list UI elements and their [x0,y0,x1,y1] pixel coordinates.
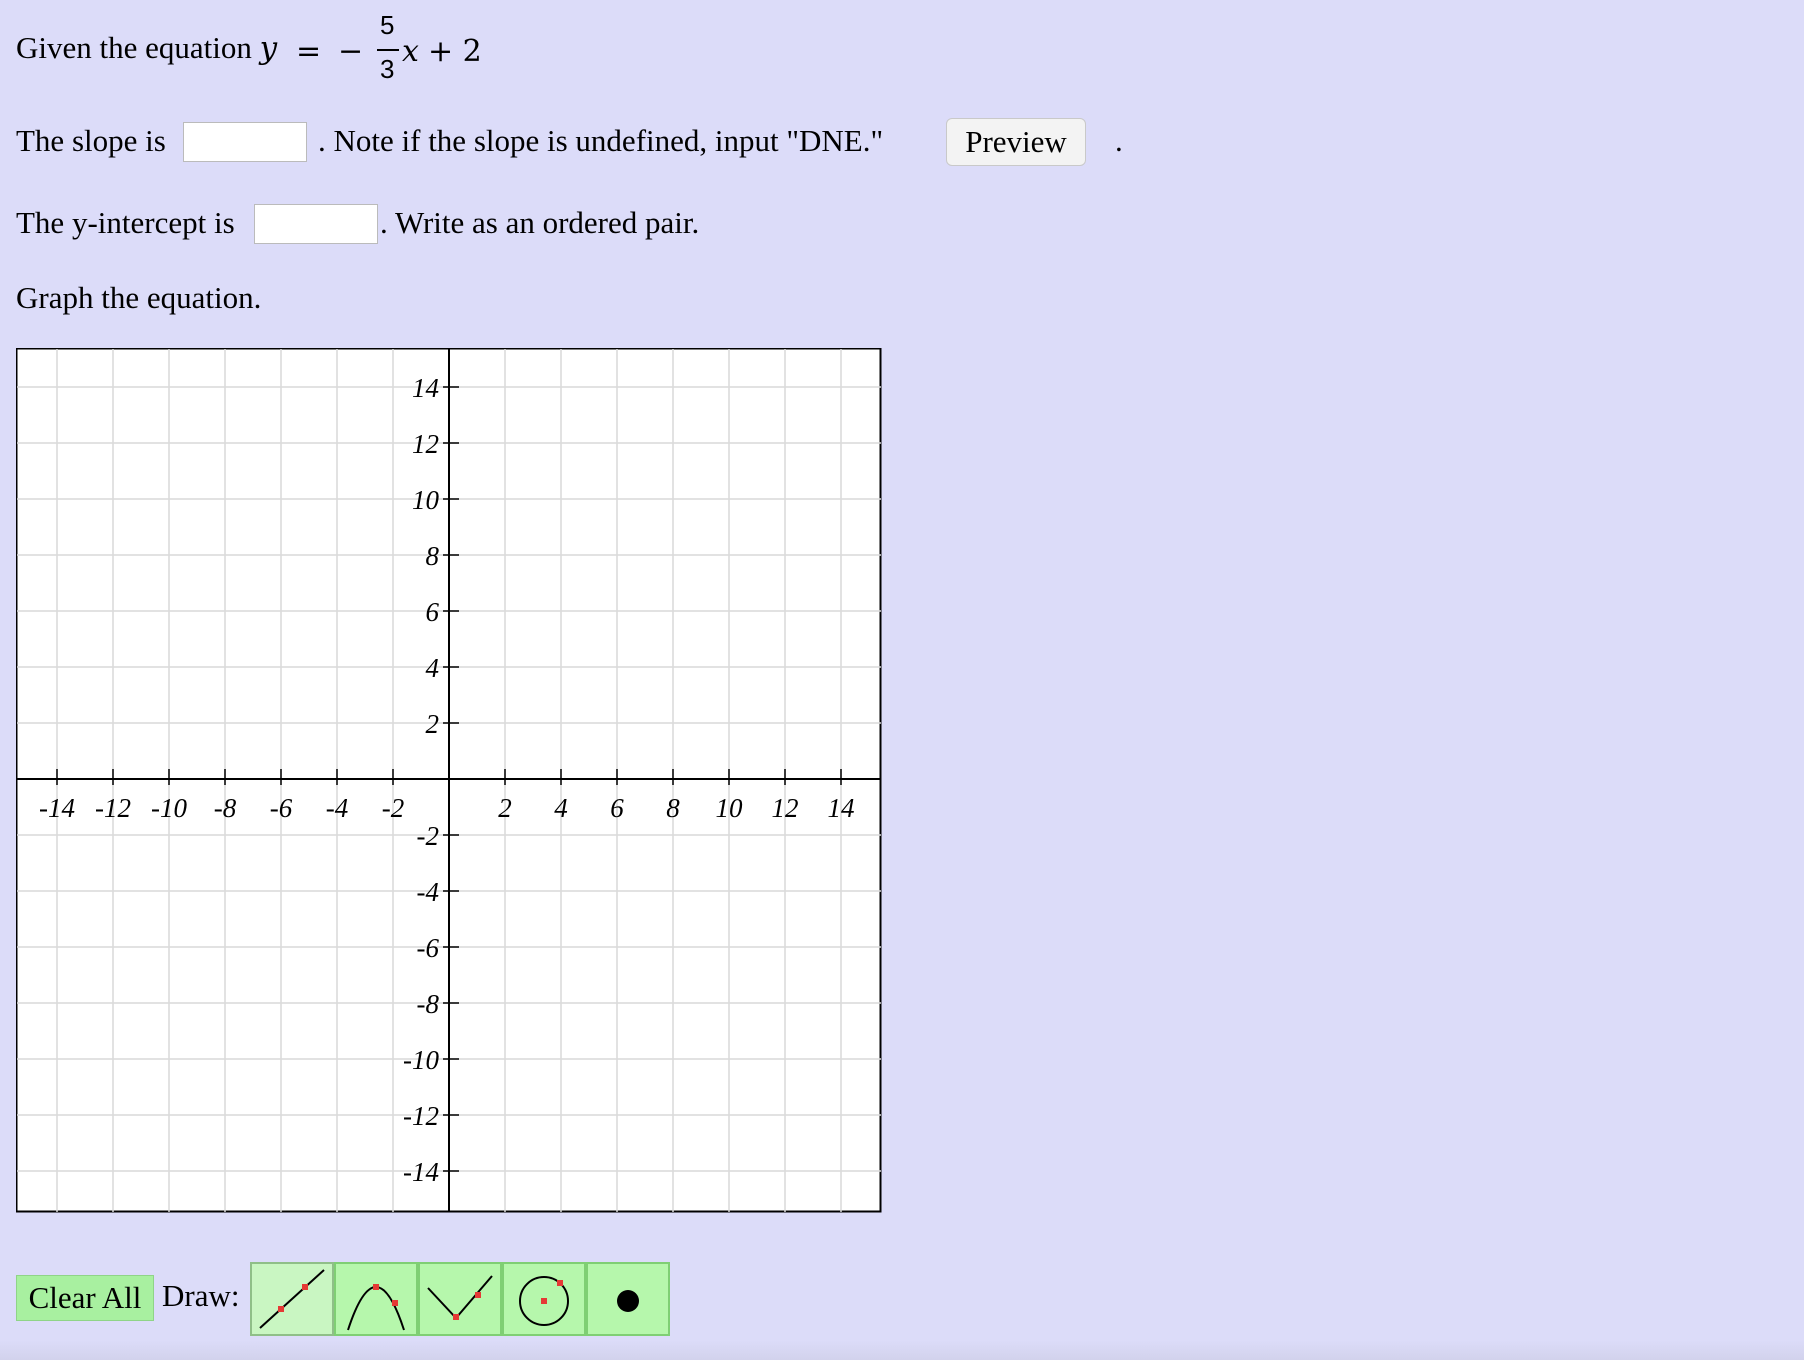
slope-trailing-period: . [1115,123,1123,158]
y-tick-label: 8 [426,541,440,571]
intercept-note: . Write as an ordered pair. [380,205,700,240]
x-tick-label: 4 [554,793,568,823]
parabola-down-tool-icon [427,1275,493,1320]
parabola-up-tool-button[interactable] [334,1262,418,1336]
equation-fraction-numerator: 5 [380,10,395,40]
preview-button[interactable]: Preview [946,118,1086,166]
y-tick-label: 4 [426,653,440,683]
y-tick-label: 2 [426,709,440,739]
y-tick-label: -2 [417,821,440,851]
circle-tool-button[interactable] [502,1262,586,1336]
equation-fraction-denominator: 3 [380,54,395,84]
y-tick-label: 14 [412,373,439,403]
parabola-up-tool-icon [347,1284,405,1331]
x-tick-label: -10 [151,793,187,823]
slope-note: . Note if the slope is undefined, input … [318,123,884,158]
page-bottom-edge [0,1340,1804,1360]
y-intercept-input[interactable] [254,204,378,244]
equation-equals: = [296,34,322,69]
parabola-down-tool-button[interactable] [418,1262,502,1336]
x-tick-label: -12 [95,793,131,823]
y-tick-label: -12 [403,1101,439,1131]
equation-fraction-bar [377,49,399,51]
x-tick-label: -2 [382,793,405,823]
y-tick-label: -10 [403,1045,439,1075]
point-tool-button[interactable] [586,1262,670,1336]
equation-var-x: x [402,34,419,69]
equation-minus: − [338,34,364,69]
y-tick-label: 10 [412,485,440,515]
intercept-label: The y-intercept is [16,205,235,240]
draw-label: Draw: [162,1278,240,1313]
y-tick-label: -6 [417,933,440,963]
x-tick-label: -4 [326,793,349,823]
equation-prefix: Given the equation [16,30,252,65]
line-tool-icon [259,1269,325,1329]
equation-var-y: y [259,30,278,66]
y-tick-label: -14 [403,1157,439,1187]
x-tick-label: 8 [666,793,680,823]
line-tool-button[interactable] [250,1262,334,1336]
equation-line: Given the equation y [16,30,277,66]
y-tick-label: 12 [412,429,439,459]
clear-all-button[interactable]: Clear All [16,1275,154,1321]
graph-prompt: Graph the equation. [16,280,262,315]
equation-constant: + 2 [428,34,482,69]
x-tick-label: 14 [828,793,855,823]
x-tick-label: -8 [214,793,237,823]
slope-label: The slope is [16,123,166,158]
x-tick-label: 12 [772,793,799,823]
x-tick-label: -14 [39,793,75,823]
x-tick-label: 10 [716,793,744,823]
y-tick-label: -8 [417,989,440,1019]
x-tick-label: 2 [498,793,512,823]
x-tick-label: -6 [270,793,293,823]
y-tick-label: 6 [426,597,440,627]
point-tool-icon [617,1290,639,1312]
circle-tool-icon [519,1276,569,1326]
graph-canvas[interactable]: -14 -12 -10 -8 -6 -4 -2 2 4 6 8 10 12 14 14 12 10 8 6 4 2 -2… [16,348,882,1213]
x-tick-label: 6 [610,793,624,823]
slope-input[interactable] [183,122,307,162]
y-tick-label: -4 [417,877,440,907]
